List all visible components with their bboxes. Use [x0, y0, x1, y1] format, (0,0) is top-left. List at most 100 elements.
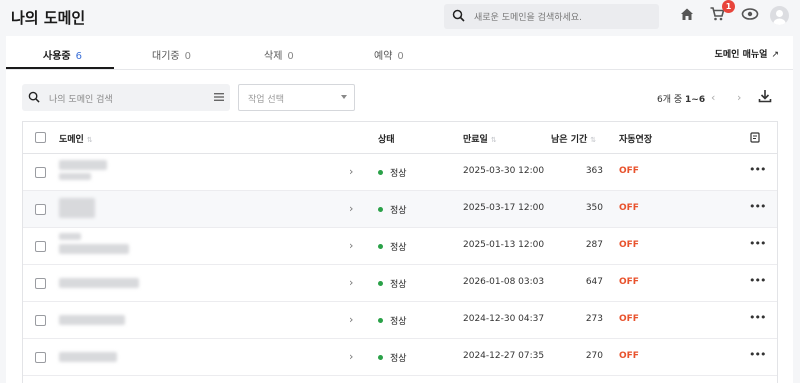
more-options-icon[interactable]: •••: [749, 200, 766, 213]
search-icon: [452, 9, 465, 25]
chevron-right-icon[interactable]: ›: [349, 313, 353, 326]
status-text: 정상: [390, 280, 407, 290]
column-label: 남은 기간: [551, 135, 588, 145]
status-text: 정상: [390, 243, 407, 253]
home-icon[interactable]: [679, 6, 699, 26]
domain-manual-link[interactable]: 도메인 매뉴얼 ↗: [715, 47, 779, 60]
column-remaining[interactable]: 남은 기간 ⇅: [551, 132, 596, 145]
chevron-right-icon[interactable]: ›: [349, 350, 353, 363]
auto-renew-status[interactable]: OFF: [619, 314, 639, 324]
support-icon[interactable]: [741, 6, 761, 26]
auto-renew-status[interactable]: OFF: [619, 351, 639, 361]
chevron-right-icon[interactable]: ›: [349, 239, 353, 252]
prev-page-icon[interactable]: ‹: [711, 91, 715, 104]
tab-label: 사용중: [43, 51, 71, 62]
tab-count: 0: [397, 51, 404, 62]
status-text: 정상: [390, 206, 407, 216]
task-select-value: 작업 선택: [248, 95, 284, 105]
remaining-days: 273: [585, 314, 603, 324]
select-all-checkbox[interactable]: [35, 132, 46, 143]
download-icon[interactable]: [758, 89, 772, 106]
external-link-icon: ↗: [771, 50, 779, 60]
row-checkbox[interactable]: [35, 241, 46, 252]
sort-icon: ⇅: [86, 136, 93, 144]
tab-pending[interactable]: 대기중 0: [152, 47, 191, 62]
auto-renew-status[interactable]: OFF: [619, 240, 639, 250]
status-dot: [378, 355, 383, 360]
expiry-date: 2025-03-30 12:00: [463, 166, 545, 176]
remaining-days: 647: [585, 277, 603, 287]
remaining-days: 350: [585, 203, 603, 213]
page-title: 나의 도메인: [11, 9, 86, 27]
tab-label: 대기중: [152, 51, 180, 62]
domain-name-redacted: [59, 278, 139, 288]
search-icon: [28, 91, 40, 106]
sort-icon: ⇅: [590, 136, 597, 144]
row-checkbox[interactable]: [35, 204, 46, 215]
column-label: 도메인: [59, 135, 84, 145]
tab-deleted[interactable]: 삭제 0: [264, 47, 294, 62]
tab-count: 0: [184, 51, 191, 62]
column-status: 상태: [378, 135, 395, 145]
status-dot: [378, 281, 383, 286]
column-settings-icon[interactable]: [750, 132, 761, 146]
manual-link-label: 도메인 매뉴얼: [714, 50, 768, 60]
domain-search-input[interactable]: 새로운 도메인을 검색하세요.: [444, 4, 659, 29]
remaining-days: 287: [585, 240, 603, 250]
column-auto-renew: 자동연장: [619, 135, 653, 145]
domain-name-redacted: [59, 198, 95, 218]
more-options-icon[interactable]: •••: [749, 274, 766, 287]
more-options-icon[interactable]: •••: [749, 163, 766, 176]
my-domain-search-input[interactable]: 나의 도메인 검색: [22, 84, 230, 111]
auto-renew-status[interactable]: OFF: [619, 166, 639, 176]
row-checkbox[interactable]: [35, 352, 46, 363]
tab-label: 예약: [374, 51, 393, 62]
row-checkbox[interactable]: [35, 167, 46, 178]
pagination-range: 1~6: [685, 95, 706, 105]
domain-sub-redacted: [59, 233, 81, 240]
auto-renew-status[interactable]: OFF: [619, 277, 639, 287]
active-tab-indicator: [6, 67, 114, 69]
tab-count: 0: [287, 51, 294, 62]
task-select[interactable]: 작업 선택: [238, 84, 355, 111]
domain-name-redacted: [59, 352, 117, 362]
more-options-icon[interactable]: •••: [749, 311, 766, 324]
more-options-icon[interactable]: •••: [749, 237, 766, 250]
more-options-icon[interactable]: •••: [749, 348, 766, 361]
column-expiry[interactable]: 만료일 ⇅: [463, 132, 497, 145]
table-row[interactable]: › 정상 2024-12-27 07:35 270 OFF •••: [23, 339, 777, 376]
search-placeholder: 새로운 도메인을 검색하세요.: [474, 13, 582, 23]
expiry-date: 2025-03-17 12:00: [463, 203, 545, 213]
chevron-right-icon[interactable]: ›: [349, 276, 353, 289]
row-checkbox[interactable]: [35, 278, 46, 289]
status-text: 정상: [390, 354, 407, 364]
next-page-icon[interactable]: ›: [737, 91, 741, 104]
tab-label: 삭제: [264, 51, 283, 62]
auto-renew-status[interactable]: OFF: [619, 203, 639, 213]
domain-name-redacted: [59, 315, 125, 325]
chevron-right-icon[interactable]: ›: [349, 202, 353, 215]
tab-reserved[interactable]: 예약 0: [374, 47, 404, 62]
search-options-icon[interactable]: [214, 92, 224, 105]
column-domain[interactable]: 도메인 ⇅: [59, 132, 93, 145]
pagination-summary: 6개 중 1~6: [657, 92, 705, 105]
table-row[interactable]: › 정상 2026-01-08 03:03 647 OFF •••: [23, 265, 777, 302]
status-tabs: 사용중 6 대기중 0 삭제 0 예약 0 도메인 매뉴얼 ↗: [6, 36, 793, 70]
column-label: 만료일: [463, 135, 488, 145]
avatar[interactable]: [770, 6, 789, 25]
pagination-prefix: 6개 중: [657, 95, 683, 105]
expiry-date: 2025-01-13 12:00: [463, 240, 545, 250]
chevron-right-icon[interactable]: ›: [349, 165, 353, 178]
table-row[interactable]: › 정상 2025-01-13 12:00 287 OFF •••: [23, 228, 777, 265]
top-bar: 나의 도메인 새로운 도메인을 검색하세요. 1: [0, 0, 800, 36]
tab-count: 6: [75, 51, 82, 62]
remaining-days: 363: [585, 166, 603, 176]
table-row[interactable]: › 정상 2025-03-17 12:00 350 OFF •••: [23, 191, 777, 228]
remaining-days: 270: [585, 351, 603, 361]
status-dot: [378, 207, 383, 212]
row-checkbox[interactable]: [35, 315, 46, 326]
tab-in-use[interactable]: 사용중 6: [43, 47, 82, 62]
expiry-date: 2026-01-08 03:03: [463, 277, 545, 287]
table-row[interactable]: › 정상 2025-03-30 12:00 363 OFF •••: [23, 154, 777, 191]
table-row[interactable]: › 정상 2024-12-30 04:37 273 OFF •••: [23, 302, 777, 339]
